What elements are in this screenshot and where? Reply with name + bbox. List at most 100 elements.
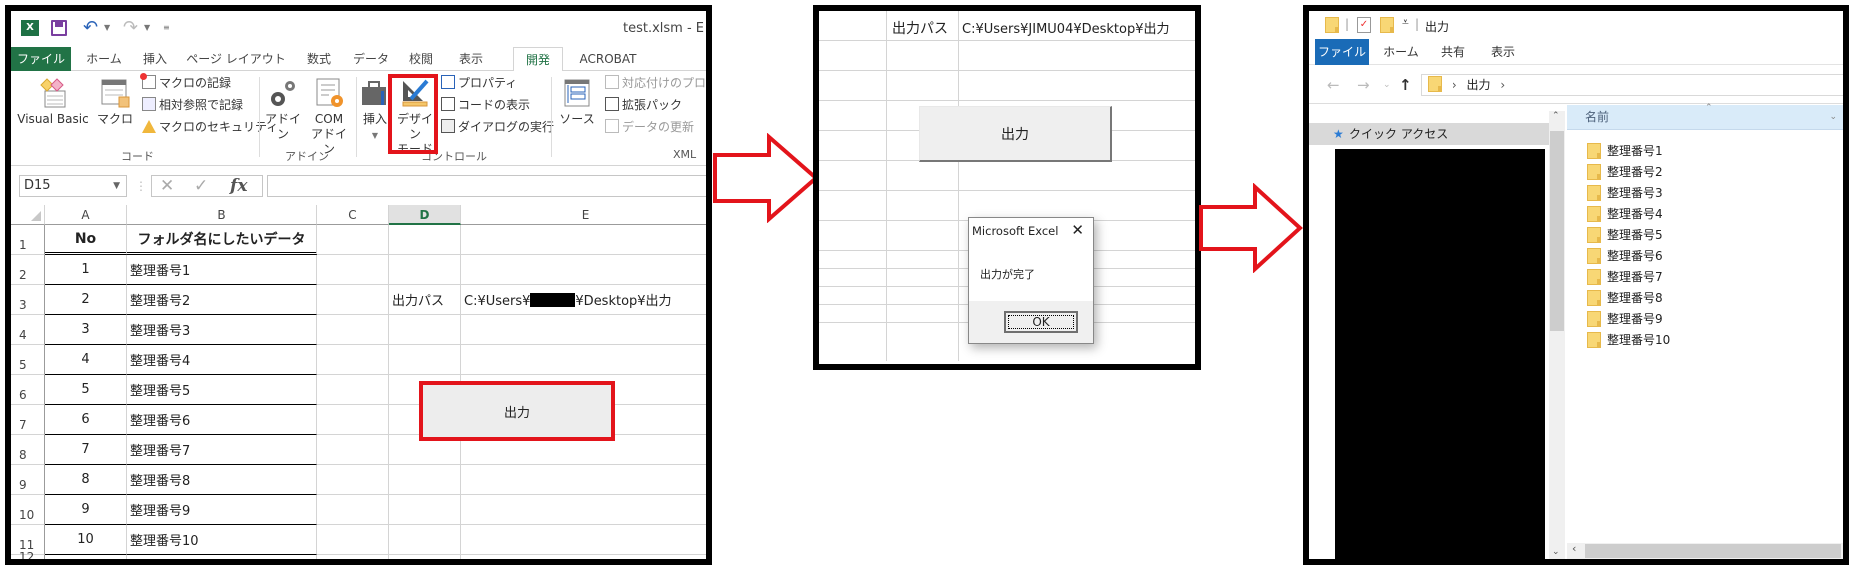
- column-header-b[interactable]: B: [127, 205, 317, 225]
- scrollbar-thumb[interactable]: [1585, 544, 1841, 558]
- customize-qat-icon[interactable]: ⩡: [1402, 15, 1409, 30]
- cell[interactable]: [389, 495, 461, 525]
- row-header[interactable]: 4: [11, 315, 45, 345]
- cell-no[interactable]: 7: [45, 435, 127, 465]
- relative-reference-button[interactable]: 相対参照で記録: [142, 95, 243, 115]
- properties-icon[interactable]: ✓: [1357, 17, 1371, 33]
- row-header[interactable]: 1: [11, 225, 45, 255]
- tab-review[interactable]: 校閲: [401, 47, 441, 71]
- enter-icon[interactable]: ✓: [194, 176, 208, 196]
- view-code-button[interactable]: コードの表示: [441, 95, 530, 115]
- save-icon[interactable]: [51, 20, 67, 36]
- cell-no[interactable]: 3: [45, 315, 127, 345]
- cell-name[interactable]: 整理番号7: [127, 435, 317, 465]
- scroll-down-icon[interactable]: ⌄: [1552, 547, 1560, 557]
- cell-name[interactable]: 整理番号8: [127, 465, 317, 495]
- undo-dropdown-icon[interactable]: ▼: [104, 23, 110, 32]
- cell[interactable]: [461, 345, 706, 375]
- cell-no[interactable]: 1: [45, 255, 127, 285]
- folder-item[interactable]: 整理番号7: [1587, 266, 1670, 287]
- cell[interactable]: [461, 225, 706, 255]
- cell[interactable]: [45, 555, 127, 559]
- tab-acrobat[interactable]: ACROBAT: [573, 47, 643, 71]
- cell-name[interactable]: 整理番号5: [127, 375, 317, 405]
- close-icon[interactable]: ✕: [1071, 221, 1084, 239]
- row-header[interactable]: 8: [11, 435, 45, 465]
- insert-control-button[interactable]: 挿入 ▼: [359, 77, 391, 143]
- cell-name[interactable]: 整理番号3: [127, 315, 317, 345]
- row-header[interactable]: 2: [11, 255, 45, 285]
- forward-icon[interactable]: →: [1357, 76, 1370, 94]
- expansion-pack-button[interactable]: 拡張パック: [605, 95, 682, 115]
- select-all-corner[interactable]: [11, 205, 45, 225]
- column-header-a[interactable]: A: [45, 205, 127, 225]
- back-icon[interactable]: ←: [1327, 76, 1340, 94]
- tab-page-layout[interactable]: ページ レイアウト: [181, 47, 291, 71]
- row-header[interactable]: 9: [11, 465, 45, 495]
- properties-button[interactable]: プロパティ: [441, 73, 517, 93]
- cell-no[interactable]: 6: [45, 405, 127, 435]
- row-header[interactable]: 7: [11, 405, 45, 435]
- horizontal-scrollbar[interactable]: ‹: [1567, 542, 1843, 559]
- cell[interactable]: [461, 465, 706, 495]
- row-header[interactable]: 6: [11, 375, 45, 405]
- macro-security-button[interactable]: マクロのセキュリティ: [142, 117, 278, 137]
- cell[interactable]: [317, 495, 389, 525]
- run-dialog-button[interactable]: ダイアログの実行: [441, 117, 554, 137]
- cell-no[interactable]: 10: [45, 525, 127, 555]
- cell[interactable]: [317, 465, 389, 495]
- cell[interactable]: [389, 225, 461, 255]
- cell[interactable]: [317, 315, 389, 345]
- output-button[interactable]: 出力: [419, 381, 615, 441]
- cell-no[interactable]: 2: [45, 285, 127, 315]
- cell-no[interactable]: 4: [45, 345, 127, 375]
- cell[interactable]: [127, 555, 317, 559]
- cancel-icon[interactable]: ✕: [160, 176, 174, 196]
- cell[interactable]: [317, 405, 389, 435]
- folder-item[interactable]: 整理番号8: [1587, 287, 1670, 308]
- cell[interactable]: [389, 255, 461, 285]
- name-box[interactable]: D15 ▼: [19, 175, 127, 197]
- column-header-name[interactable]: 名前 ⌃ ⌄: [1567, 103, 1843, 130]
- breadcrumb-output[interactable]: 出力: [1466, 78, 1490, 92]
- map-properties-button[interactable]: 対応付けのプロパテ: [605, 73, 706, 93]
- scrollbar-thumb[interactable]: [1550, 131, 1564, 331]
- tab-file[interactable]: ファイル: [11, 47, 71, 71]
- tab-home[interactable]: ホーム: [1381, 39, 1421, 65]
- cell[interactable]: [389, 525, 461, 555]
- header-cell-data[interactable]: フォルダ名にしたいデータ: [127, 225, 317, 255]
- cell-name[interactable]: 整理番号4: [127, 345, 317, 375]
- tab-file[interactable]: ファイル: [1315, 39, 1369, 65]
- header-cell-no[interactable]: No: [45, 225, 127, 255]
- new-folder-icon[interactable]: [1380, 17, 1394, 33]
- tab-view[interactable]: 表示: [1483, 39, 1523, 65]
- formula-input[interactable]: [267, 175, 706, 197]
- insert-function-icon[interactable]: fx: [230, 176, 247, 196]
- tab-view[interactable]: 表示: [451, 47, 491, 71]
- ok-button[interactable]: OK: [1004, 311, 1078, 333]
- cell[interactable]: [389, 465, 461, 495]
- breadcrumb-chevron-icon[interactable]: ›: [1500, 78, 1505, 92]
- refresh-data-button[interactable]: データの更新: [605, 117, 694, 137]
- cell-name[interactable]: 整理番号6: [127, 405, 317, 435]
- redo-icon[interactable]: ↷: [123, 17, 138, 38]
- tab-developer[interactable]: 開発: [513, 47, 563, 72]
- recent-locations-icon[interactable]: ⌄: [1383, 80, 1391, 90]
- cell[interactable]: [317, 285, 389, 315]
- folder-item[interactable]: 整理番号2: [1587, 161, 1670, 182]
- cell-name[interactable]: 整理番号2: [127, 285, 317, 315]
- row-header[interactable]: 10: [11, 495, 45, 525]
- tab-data[interactable]: データ: [347, 47, 395, 71]
- tab-formulas[interactable]: 数式: [299, 47, 339, 71]
- column-dropdown-icon[interactable]: ⌄: [1829, 105, 1837, 130]
- folder-item[interactable]: 整理番号3: [1587, 182, 1670, 203]
- scroll-up-icon[interactable]: ⌃: [1552, 111, 1560, 121]
- column-header-d[interactable]: D: [389, 205, 461, 225]
- addin-button[interactable]: アドイン: [263, 77, 303, 142]
- cell[interactable]: [461, 555, 706, 559]
- cell[interactable]: [389, 555, 461, 559]
- record-macro-button[interactable]: マクロの記録: [140, 73, 231, 93]
- address-bar[interactable]: › 出力 ›: [1421, 74, 1843, 96]
- cell-name[interactable]: 整理番号9: [127, 495, 317, 525]
- folder-item[interactable]: 整理番号9: [1587, 308, 1670, 329]
